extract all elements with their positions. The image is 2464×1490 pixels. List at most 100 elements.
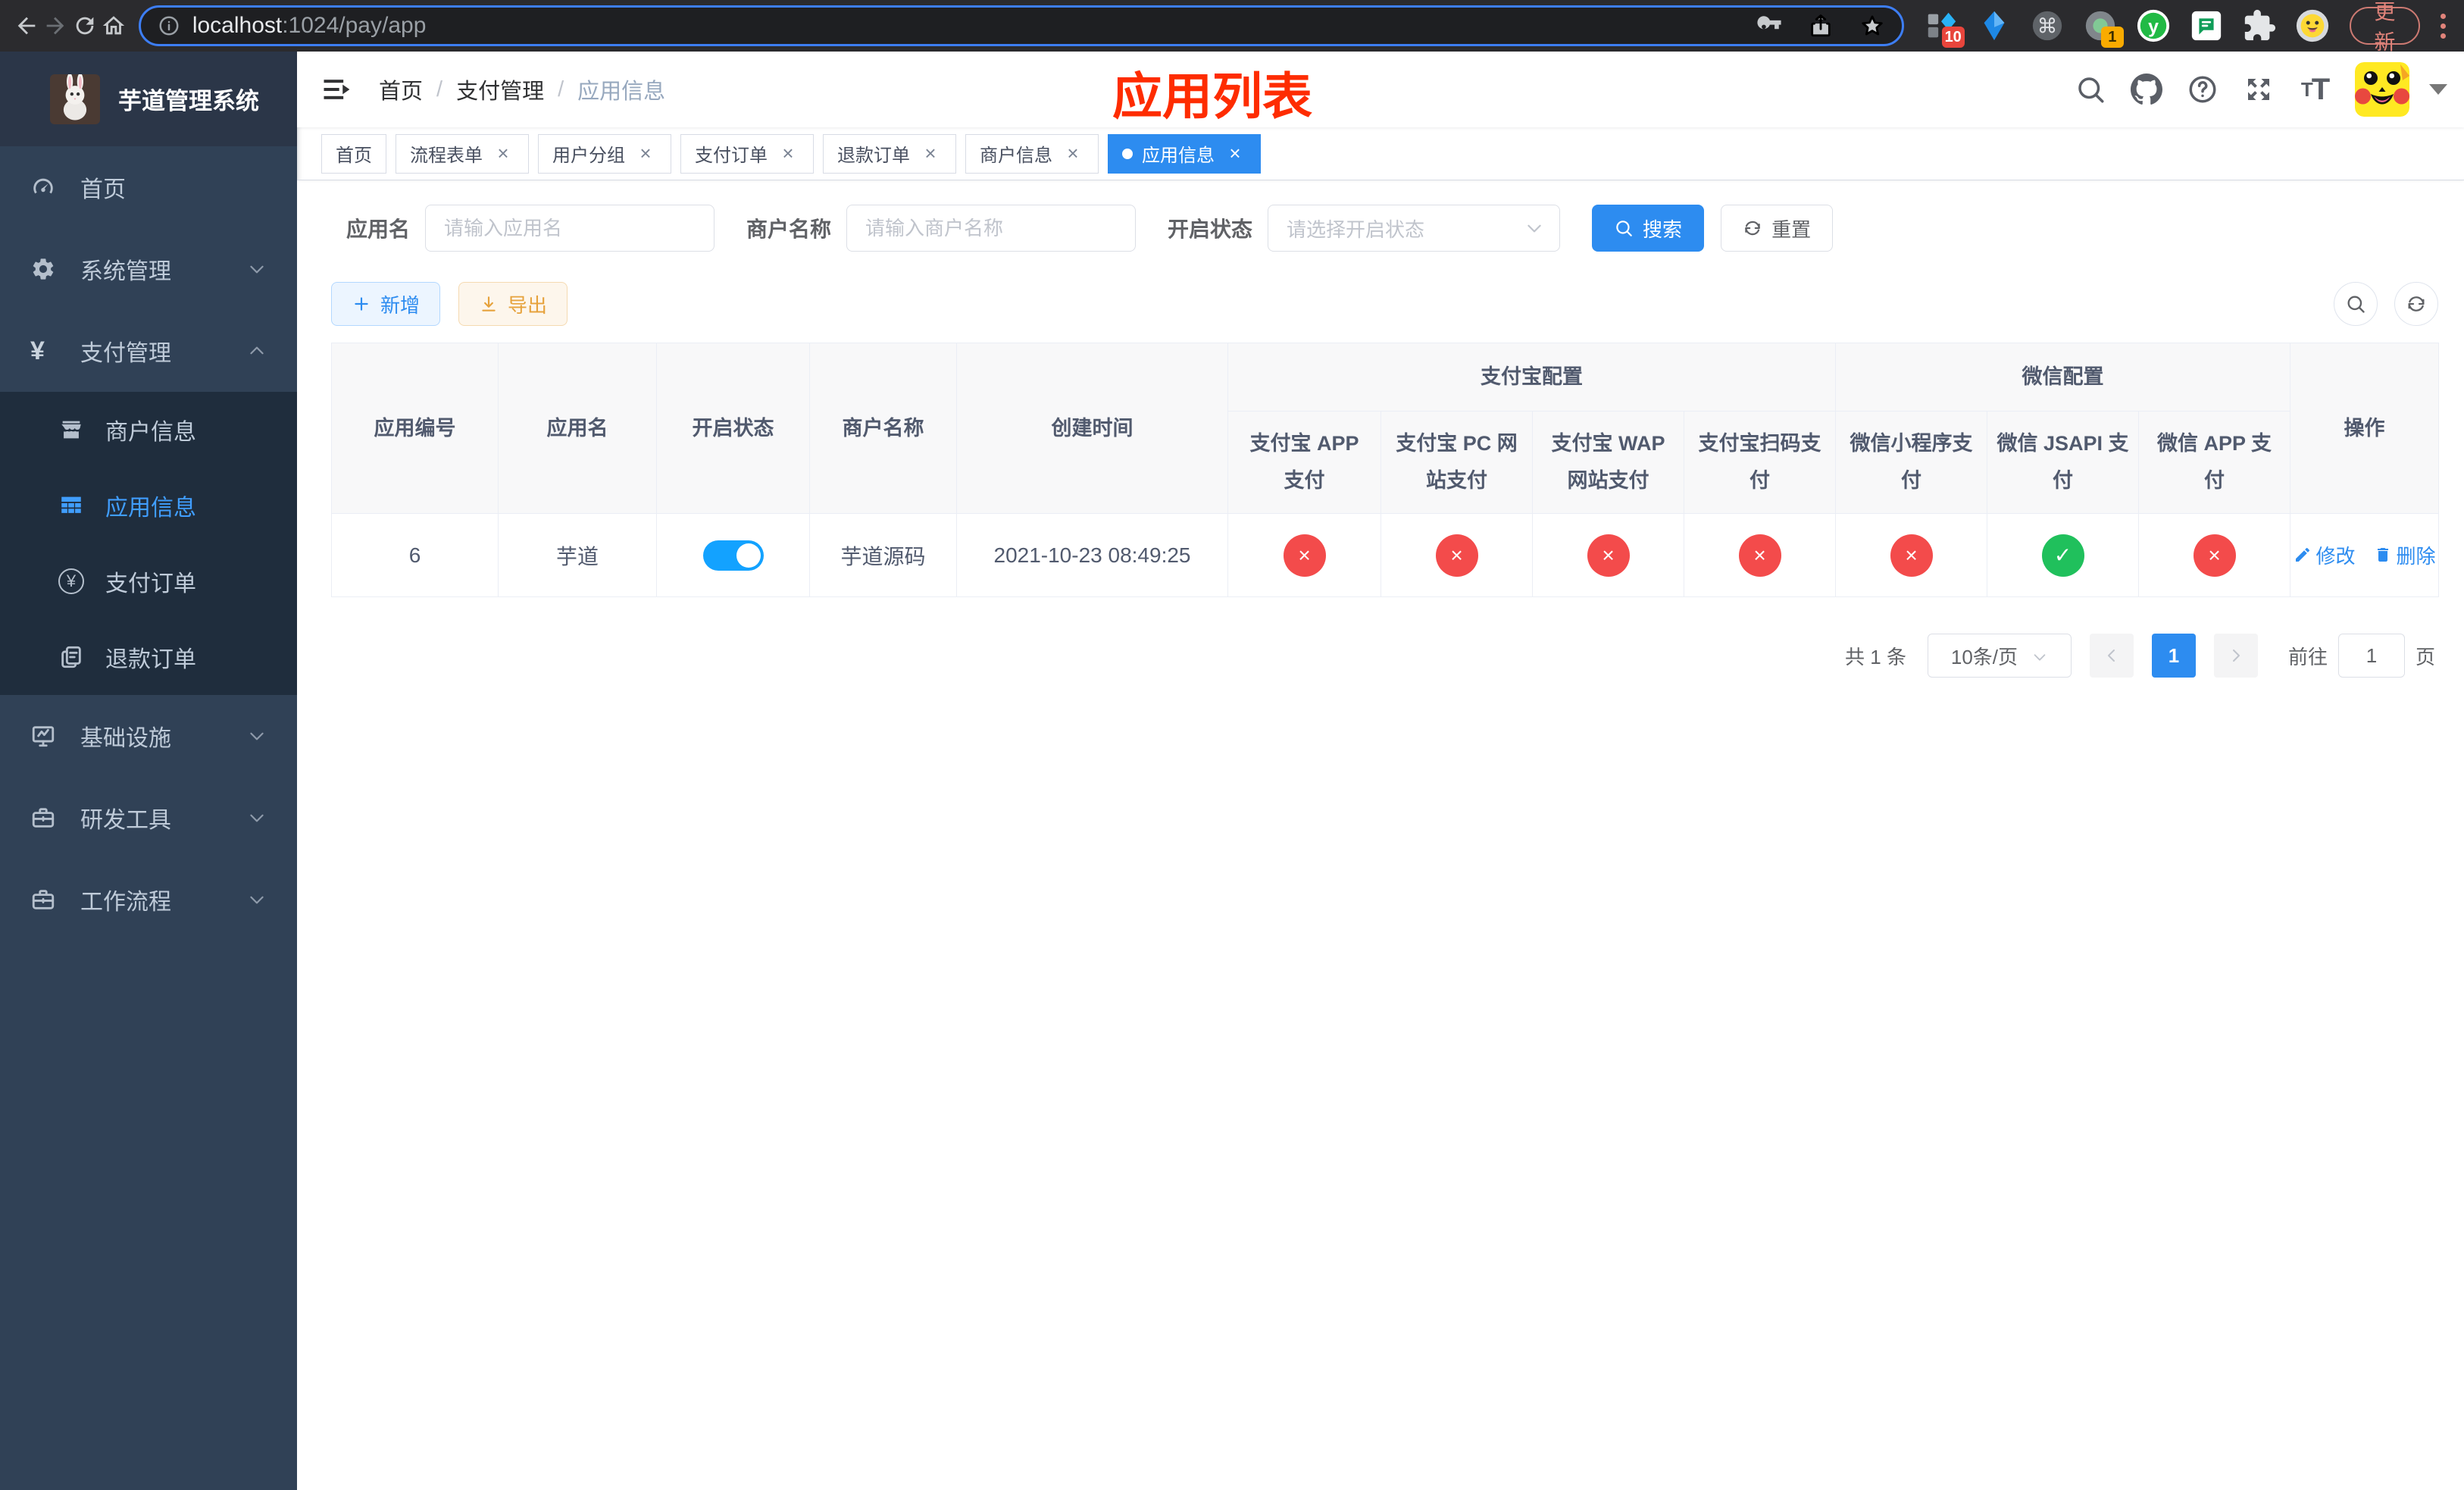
tab-process-form[interactable]: 流程表单 ×: [396, 133, 529, 174]
extension-badge: 10: [1941, 27, 1965, 48]
chevron-down-icon: [2031, 647, 2048, 664]
close-icon[interactable]: ×: [919, 142, 942, 165]
sidebar-menu: 首页 系统管理 ¥ 支付管理 商户信息 应用信息 ¥ 支付订单 退款订单 基础设…: [0, 146, 297, 941]
sidebar-item-pay-orders[interactable]: ¥ 支付订单: [0, 543, 297, 619]
github-icon[interactable]: [2131, 74, 2162, 105]
channel-status-alipay-pc: ×: [1435, 534, 1478, 577]
col-alipay-pc: 支付宝 PC 网站支付: [1381, 411, 1533, 514]
delete-link[interactable]: 删除: [2374, 541, 2436, 569]
navbar-actions: TT: [2075, 62, 2447, 117]
cell-actions: 修改 删除: [2290, 513, 2440, 597]
col-created: 创建时间: [956, 343, 1228, 514]
browser-forward-button[interactable]: [41, 6, 70, 45]
sidebar-item-payment[interactable]: ¥ 支付管理: [0, 310, 297, 392]
document-icon: [58, 644, 84, 670]
edit-link[interactable]: 修改: [2294, 541, 2356, 569]
merchant-name-input[interactable]: [846, 205, 1137, 252]
browser-toolbar: localhost:1024/pay/app 10 ⌘ 1 y 更新: [0, 0, 2464, 54]
sidebar-item-infrastructure[interactable]: 基础设施: [0, 695, 297, 777]
fullscreen-icon[interactable]: [2243, 74, 2275, 105]
breadcrumb-home[interactable]: 首页: [379, 74, 423, 105]
merchant-name-label: 商户名称: [746, 218, 832, 241]
extension-recorder-icon[interactable]: 1: [2083, 8, 2124, 48]
url-bar[interactable]: localhost:1024/pay/app: [138, 5, 1904, 46]
toggle-search-button[interactable]: [2334, 282, 2378, 326]
user-avatar[interactable]: [2355, 62, 2409, 117]
extension-chat-icon[interactable]: [2189, 8, 2224, 43]
page-number-1[interactable]: 1: [2151, 634, 2196, 678]
browser-back-button[interactable]: [12, 6, 41, 45]
font-size-icon[interactable]: TT: [2299, 73, 2331, 106]
reset-button[interactable]: 重置: [1721, 205, 1834, 252]
site-info-icon[interactable]: [158, 14, 180, 37]
tab-merchant-info[interactable]: 商户信息 ×: [965, 133, 1099, 174]
page-size-select[interactable]: 10条/页: [1927, 634, 2072, 678]
help-icon[interactable]: [2187, 74, 2219, 105]
channel-status-wechat-app: ×: [2193, 534, 2236, 577]
app-logo[interactable]: 芋道管理系统: [0, 52, 297, 146]
col-group-alipay: 支付宝配置: [1227, 343, 1836, 412]
pagination-total: 共 1 条: [1845, 645, 1906, 668]
close-icon[interactable]: ×: [1062, 142, 1084, 165]
close-icon[interactable]: ×: [634, 142, 657, 165]
sidebar-item-merchant-info[interactable]: 商户信息: [0, 392, 297, 468]
col-alipay-qr: 支付宝扫码支付: [1684, 411, 1836, 514]
chevron-down-icon: [247, 808, 267, 828]
tab-user-group[interactable]: 用户分组 ×: [538, 133, 671, 174]
close-icon[interactable]: ×: [1224, 142, 1246, 165]
add-button[interactable]: 新增: [331, 282, 441, 326]
status-switch[interactable]: [702, 540, 764, 571]
tab-pay-orders[interactable]: 支付订单 ×: [680, 133, 814, 174]
tab-refund-orders[interactable]: 退款订单 ×: [823, 133, 956, 174]
share-icon[interactable]: [1808, 13, 1834, 39]
search-icon[interactable]: [2075, 74, 2106, 105]
browser-reload-button[interactable]: [70, 6, 98, 45]
breadcrumb-payment[interactable]: 支付管理: [456, 74, 544, 105]
briefcase-icon: [30, 805, 56, 831]
bookmark-star-icon[interactable]: [1859, 13, 1885, 39]
extension-command-icon[interactable]: ⌘: [2030, 8, 2065, 43]
sidebar-collapse-icon[interactable]: [320, 73, 353, 106]
password-key-icon[interactable]: [1756, 13, 1782, 39]
tab-home[interactable]: 首页: [321, 133, 386, 174]
search-button[interactable]: 搜索: [1592, 205, 1705, 252]
cell-created: 2021-10-23 08:49:25: [956, 513, 1228, 597]
goto-page-input[interactable]: [2337, 634, 2405, 678]
app-title: 芋道管理系统: [118, 88, 259, 114]
sidebar-item-workflow[interactable]: 工作流程: [0, 859, 297, 941]
sidebar-item-refund-orders[interactable]: 退款订单: [0, 619, 297, 695]
app-name-input[interactable]: [425, 205, 715, 252]
sidebar-item-app-info[interactable]: 应用信息: [0, 468, 297, 543]
browser-home-button[interactable]: [99, 6, 128, 45]
refresh-button[interactable]: [2394, 282, 2438, 326]
col-merchant: 商户名称: [809, 343, 957, 514]
col-status: 开启状态: [656, 343, 810, 514]
col-alipay-app: 支付宝 APP 支付: [1227, 411, 1381, 514]
chevron-down-icon: [247, 259, 267, 279]
extension-yudao-icon[interactable]: y: [2136, 8, 2171, 43]
chrome-update-button[interactable]: 更新: [2349, 0, 2420, 54]
sidebar-item-system[interactable]: 系统管理: [0, 228, 297, 310]
col-alipay-wap: 支付宝 WAP 网站支付: [1532, 411, 1684, 514]
status-select[interactable]: 请选择开启状态: [1268, 205, 1561, 252]
sidebar-item-home[interactable]: 首页: [0, 146, 297, 228]
extension-kite-icon[interactable]: [1977, 8, 2012, 43]
tab-app-info[interactable]: 应用信息 ×: [1108, 133, 1261, 174]
prev-page-button[interactable]: [2089, 634, 2134, 678]
close-icon[interactable]: ×: [492, 142, 514, 165]
sidebar-item-dev-tools[interactable]: 研发工具: [0, 777, 297, 859]
close-icon[interactable]: ×: [777, 142, 799, 165]
caret-down-icon[interactable]: [2429, 84, 2447, 95]
next-page-button[interactable]: [2213, 634, 2258, 678]
chevron-down-icon: [247, 890, 267, 909]
channel-status-alipay-wap: ×: [1587, 534, 1630, 577]
export-button[interactable]: 导出: [458, 282, 568, 326]
page-unit: 页: [2415, 645, 2435, 668]
extension-grid-icon[interactable]: 10: [1924, 8, 1965, 48]
store-icon: [58, 417, 84, 443]
profile-avatar-emoji[interactable]: [2295, 8, 2330, 43]
extensions-puzzle-icon[interactable]: [2242, 8, 2277, 43]
chevron-down-icon: [1524, 218, 1544, 238]
chrome-menu-icon[interactable]: [2435, 13, 2452, 39]
col-wechat-mini: 微信小程序支付: [1835, 411, 1987, 514]
